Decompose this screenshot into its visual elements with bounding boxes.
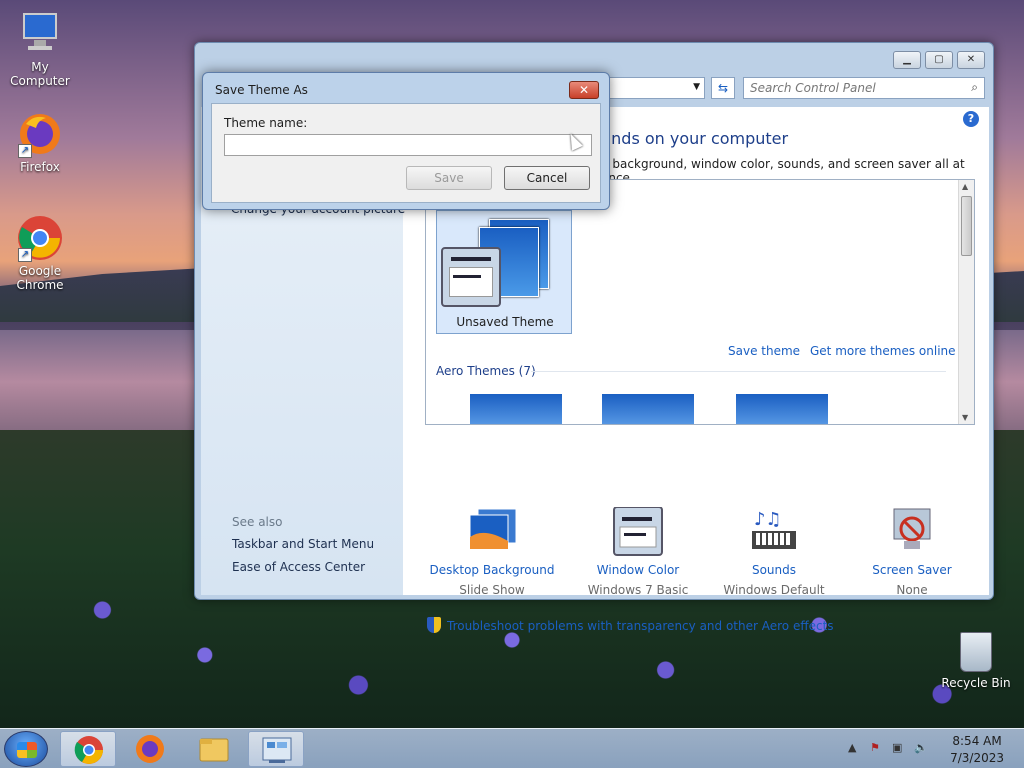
navigation-bar: ▼ ⇆ Search Control Panel ⌕ [605,77,985,101]
window-color-preview-icon [441,247,501,307]
firefox-icon: ↗ [16,110,64,158]
scroll-up-icon[interactable]: ▲ [962,182,968,191]
action-center-icon[interactable]: ⚑ [870,741,884,755]
clock[interactable]: 8:54 AM 7/3/2023 [950,733,1004,767]
clock-date: 7/3/2023 [950,751,1004,765]
desktop-background-icon [464,507,520,557]
aero-theme-thumbnail[interactable] [602,394,694,424]
refresh-button[interactable]: ⇆ [711,77,735,99]
vertical-scrollbar[interactable]: ▲ ▼ [958,180,974,424]
maximize-button[interactable]: ▢ [925,51,953,69]
item-title: Screen Saver [872,563,952,577]
firefox-icon [136,735,164,763]
troubleshoot-label: Troubleshoot problems with transparency … [447,619,834,633]
item-title: Window Color [596,563,680,577]
close-button[interactable]: ✕ [957,51,985,69]
theme-unsaved[interactable]: Unsaved Theme [436,210,572,334]
save-theme-dialog: Save Theme As ✕ Theme name: Save Cancel [202,72,610,210]
get-more-themes-link[interactable]: Get more themes online [810,344,956,358]
desktop-icon-chrome[interactable]: ↗ Google Chrome [0,214,80,292]
start-button[interactable] [4,731,48,767]
help-icon[interactable]: ? [963,111,979,127]
search-placeholder: Search Control Panel [750,81,876,95]
desktop-icon-label: My Computer [10,60,70,88]
taskbar-firefox[interactable] [122,731,178,767]
dialog-title: Save Theme As [215,83,308,97]
cancel-button[interactable]: Cancel [504,166,590,190]
desktop-icon-label: Recycle Bin [941,676,1011,690]
theme-name-label: Theme name: [224,116,308,130]
window-color-item[interactable]: Window Color Windows 7 Basic [573,506,703,597]
screen-saver-item[interactable]: Screen Saver None [847,507,977,597]
aero-theme-thumbnail[interactable] [736,394,828,424]
taskbar-control-panel[interactable] [248,731,304,767]
see-also-heading: See also [232,515,283,529]
save-theme-link[interactable]: Save theme [728,344,800,358]
shortcut-arrow-icon: ↗ [18,248,32,262]
taskbar: ▲ ⚑ ▣ 🔈 8:54 AM 7/3/2023 [0,728,1024,768]
chrome-icon: ↗ [16,214,64,262]
computer-icon [16,10,64,58]
chrome-icon [74,736,103,764]
item-subtitle: Windows 7 Basic [587,583,689,597]
svg-text:♪♫: ♪♫ [754,509,782,530]
page-heading: unds on your computer [601,129,789,148]
scroll-down-icon[interactable]: ▼ [962,413,968,422]
divider [531,371,946,372]
item-subtitle: None [896,583,928,597]
screen-saver-icon [884,507,940,557]
desktop-icon-firefox[interactable]: ↗ Firefox [0,110,80,174]
search-icon[interactable]: ⌕ [971,80,978,95]
taskbar-explorer[interactable] [186,731,242,767]
theme-label: Unsaved Theme [456,315,554,329]
save-button[interactable]: Save [406,166,492,190]
minimize-button[interactable]: ▁ [893,51,921,69]
item-subtitle: Slide Show [459,583,525,597]
desktop-icon-label: Firefox [20,160,60,174]
taskbar-chrome[interactable] [60,731,116,767]
dialog-close-button[interactable]: ✕ [569,81,599,99]
clock-time: 8:54 AM [952,734,1002,748]
show-hidden-icons-icon[interactable]: ▲ [848,741,862,755]
desktop-icon-my-computer[interactable]: My Computer [0,10,80,88]
recycle-bin-icon [960,632,992,672]
troubleshoot-link[interactable]: Troubleshoot problems with transparency … [427,617,834,633]
aero-theme-thumbnail[interactable] [470,394,562,424]
network-icon[interactable]: ▣ [892,741,906,755]
shield-icon [427,617,441,633]
volume-muted-icon[interactable]: 🔈 [914,741,928,755]
shortcut-arrow-icon: ↗ [18,144,32,158]
desktop-background-item[interactable]: Desktop Background Slide Show [427,507,557,597]
item-title: Desktop Background [429,563,555,577]
dialog-body: Theme name: Save Cancel [211,103,601,203]
scrollbar-thumb[interactable] [961,196,972,256]
theme-name-input[interactable] [224,134,592,156]
item-subtitle: Windows Default [723,583,825,597]
aero-themes-heading: Aero Themes (7) [436,364,536,378]
system-tray: ▲ ⚑ ▣ 🔈 8:54 AM 7/3/2023 [834,729,1024,768]
desktop-icon-label: Google Chrome [16,264,64,292]
sounds-icon: ♪♫ [746,507,802,557]
folder-icon [199,738,229,762]
window-color-icon [610,506,666,557]
address-bar-dropdown[interactable]: ▼ [605,77,705,99]
themes-list[interactable]: Unsaved Theme Save theme Get more themes… [425,179,975,425]
chevron-down-icon: ▼ [693,82,700,92]
windows-logo-icon [17,742,37,758]
item-title: Sounds [751,563,797,577]
desktop-icon-recycle-bin[interactable]: Recycle Bin [940,632,1012,690]
search-input[interactable]: Search Control Panel ⌕ [743,77,985,99]
sounds-item[interactable]: ♪♫ Sounds Windows Default [709,507,839,597]
control-panel-icon [262,737,292,763]
window-caption-buttons: ▁ ▢ ✕ [893,51,985,69]
link-ease-of-access[interactable]: Ease of Access Center [232,560,365,574]
link-taskbar-start-menu[interactable]: Taskbar and Start Menu [232,537,374,551]
